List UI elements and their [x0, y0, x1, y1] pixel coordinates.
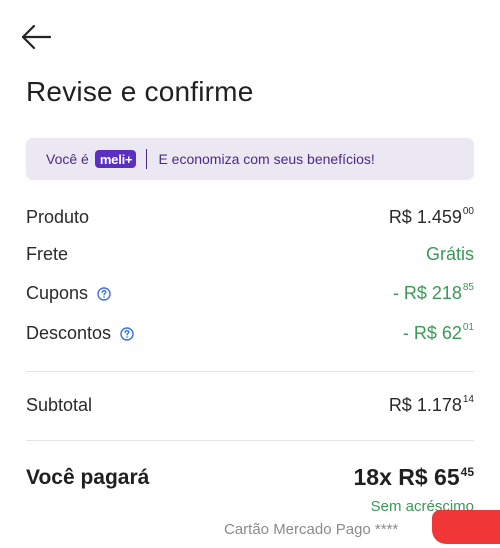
banner-prefix: Você é: [46, 151, 89, 167]
product-row: Produto R$ 1.45900: [26, 206, 474, 235]
banner-text: E economiza com seus benefícios!: [158, 151, 375, 167]
shipping-label: Frete: [26, 244, 69, 264]
meli-plus-banner[interactable]: Você é meli+ E economiza com seus benefí…: [26, 138, 474, 180]
shipping-row: Frete Grátis: [26, 244, 474, 272]
subtotal-row: Subtotal R$ 1.17814: [26, 394, 474, 423]
total-value-cents: 45: [460, 465, 474, 479]
coupons-label: Cupons: [26, 283, 89, 303]
total-value-main: 18x R$ 65: [353, 464, 460, 490]
page-title: Revise e confirme: [26, 76, 254, 107]
total-label: Você pagará: [26, 466, 150, 489]
discounts-help-icon[interactable]: [120, 326, 134, 341]
coupons-help-icon[interactable]: [97, 286, 111, 301]
shipping-value: Grátis: [425, 244, 474, 264]
subtotal-value: R$ 1.17814: [388, 394, 474, 416]
coupons-value-main: - R$ 218: [392, 283, 462, 303]
banner-divider: [146, 149, 148, 169]
coupons-value-cents: 85: [462, 282, 474, 293]
discounts-label-group: Descontos: [26, 323, 134, 344]
redaction-mark: [432, 510, 500, 544]
arrow-left-icon: [21, 24, 52, 50]
discounts-value-main: - R$ 62: [402, 323, 462, 343]
product-price-main: R$ 1.459: [388, 207, 462, 227]
subtotal-value-cents: 14: [462, 394, 474, 405]
meli-plus-badge: meli+: [94, 150, 137, 168]
divider: [26, 440, 474, 441]
discounts-value: - R$ 6201: [402, 322, 474, 344]
product-label: Produto: [26, 207, 90, 227]
coupons-value: - R$ 21885: [392, 282, 474, 304]
divider: [26, 371, 474, 372]
discounts-label: Descontos: [26, 323, 112, 343]
discounts-value-cents: 01: [462, 322, 474, 333]
subtotal-value-main: R$ 1.178: [388, 395, 462, 415]
subtotal-label: Subtotal: [26, 395, 93, 415]
coupons-label-group: Cupons: [26, 283, 111, 304]
product-price: R$ 1.45900: [388, 206, 474, 228]
back-button[interactable]: [20, 22, 54, 52]
total-value: 18x R$ 6545: [354, 464, 475, 491]
payment-method[interactable]: Cartão Mercado Pago ****: [224, 521, 398, 538]
product-price-cents: 00: [462, 206, 474, 217]
coupons-row: Cupons - R$ 21885: [26, 282, 474, 311]
discounts-row: Descontos - R$ 6201: [26, 322, 474, 351]
